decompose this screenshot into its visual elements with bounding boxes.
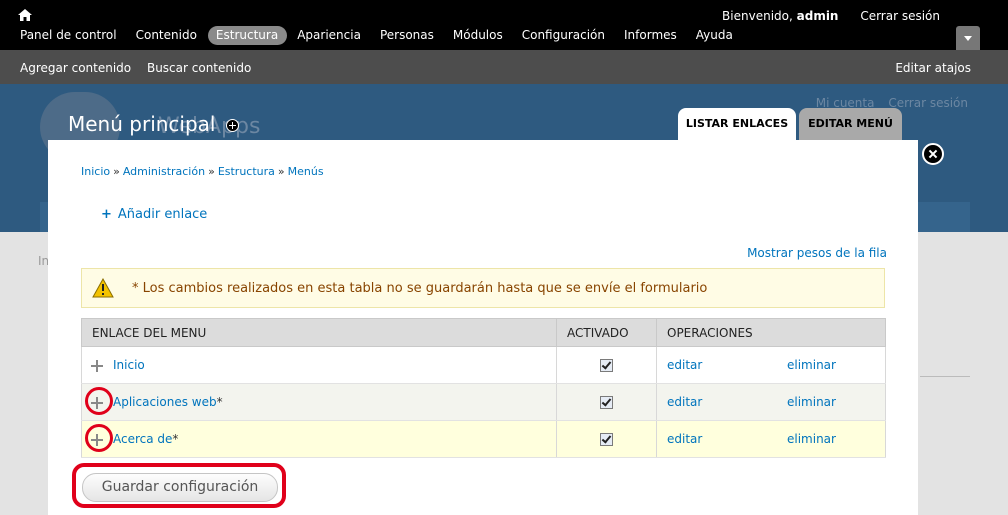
logout-link[interactable]: Cerrar sesión xyxy=(860,9,940,23)
drag-handle-highlight xyxy=(85,424,113,452)
menu-item-help[interactable]: Ayuda xyxy=(688,26,742,45)
warning-message: * Los cambios realizados en esta tabla n… xyxy=(81,268,885,308)
enabled-checkbox[interactable] xyxy=(600,433,613,446)
menu-link-title[interactable]: Inicio xyxy=(113,358,145,372)
menu-item-people[interactable]: Personas xyxy=(372,26,443,45)
save-button-highlight-ring xyxy=(72,463,286,508)
operations-cell: editar eliminar xyxy=(656,420,886,458)
tab-list-links[interactable]: LISTAR ENLACES xyxy=(678,108,796,140)
admin-menu: Panel de control Contenido Estructura Ap… xyxy=(12,26,744,45)
operations-cell: editar eliminar xyxy=(656,346,886,384)
enabled-checkbox[interactable] xyxy=(600,396,613,409)
changed-marker: * xyxy=(216,395,223,409)
breadcrumb: Inicio» Administración» Estructura» Menús xyxy=(81,165,324,178)
menu-links-table: ENLACE DEL MENU ACTIVADO OPERACIONES Ini… xyxy=(81,318,886,458)
menu-item-configuration[interactable]: Configuración xyxy=(514,26,614,45)
drag-handle-icon[interactable] xyxy=(91,359,103,372)
drag-handle-icon[interactable] xyxy=(91,396,103,409)
breadcrumb-separator: » xyxy=(208,165,215,178)
drag-handle-icon[interactable] xyxy=(91,433,103,446)
breadcrumb-home[interactable]: Inicio xyxy=(81,165,110,178)
menu-item-reports[interactable]: Informes xyxy=(616,26,686,45)
header-enabled: ACTIVADO xyxy=(556,318,657,347)
shortcuts-toggle-button[interactable] xyxy=(956,26,980,50)
username[interactable]: admin xyxy=(797,9,839,23)
edit-link[interactable]: editar xyxy=(667,432,787,446)
header-operations: OPERACIONES xyxy=(656,318,886,347)
menu-link-cell: Inicio xyxy=(81,346,557,384)
enabled-checkbox[interactable] xyxy=(600,359,613,372)
menu-item-appearance[interactable]: Apariencia xyxy=(289,26,370,45)
menu-item-modules[interactable]: Módulos xyxy=(445,26,512,45)
breadcrumb-separator: » xyxy=(113,165,120,178)
tab-edit-menu[interactable]: EDITAR MENÚ xyxy=(799,108,902,140)
welcome-text: Bienvenido, xyxy=(722,9,797,23)
changed-marker: * xyxy=(172,432,179,446)
breadcrumb-administration[interactable]: Administración xyxy=(123,165,205,178)
drag-handle-highlight xyxy=(85,387,113,415)
table-row: Inicio editar eliminar xyxy=(81,346,886,384)
shortcuts-bar: Agregar contenido Buscar contenido Edita… xyxy=(0,50,1008,84)
add-link-label: Añadir enlace xyxy=(117,207,208,222)
divider xyxy=(920,376,970,377)
edit-link[interactable]: editar xyxy=(667,358,787,372)
table-row: Acerca de* editar eliminar xyxy=(81,420,886,458)
shortcut-find-content[interactable]: Buscar contenido xyxy=(147,61,251,75)
enabled-cell xyxy=(556,420,657,458)
menu-link-cell: Aplicaciones web* xyxy=(81,383,557,421)
plus-icon: + xyxy=(101,207,112,222)
menu-item-dashboard[interactable]: Panel de control xyxy=(12,26,126,45)
breadcrumb-menus[interactable]: Menús xyxy=(288,165,324,178)
delete-link[interactable]: eliminar xyxy=(787,432,836,446)
admin-toolbar: Bienvenido, admin Cerrar sesión Panel de… xyxy=(0,0,1008,50)
breadcrumb-separator: » xyxy=(277,165,285,178)
breadcrumb-structure[interactable]: Estructura xyxy=(218,165,275,178)
menu-item-structure[interactable]: Estructura xyxy=(207,26,288,45)
user-area: Bienvenido, admin Cerrar sesión xyxy=(722,9,940,23)
header-menu-link: ENLACE DEL MENU xyxy=(81,318,557,347)
table-row: Aplicaciones web* editar eliminar xyxy=(81,383,886,421)
enabled-cell xyxy=(556,383,657,421)
menu-link-cell: Acerca de* xyxy=(81,420,557,458)
home-icon[interactable] xyxy=(18,9,32,21)
overlay-title: Menú principal xyxy=(68,112,216,136)
enabled-cell xyxy=(556,346,657,384)
add-link-action[interactable]: + Añadir enlace xyxy=(101,207,207,222)
warning-icon xyxy=(92,278,114,298)
delete-link[interactable]: eliminar xyxy=(787,395,836,409)
menu-item-content[interactable]: Contenido xyxy=(128,26,206,45)
delete-link[interactable]: eliminar xyxy=(787,358,836,372)
overlay-panel: Inicio» Administración» Estructura» Menús +… xyxy=(48,140,918,515)
warning-text: * Los cambios realizados en esta tabla n… xyxy=(132,281,708,296)
menu-link-title[interactable]: Aplicaciones web xyxy=(113,395,217,409)
edit-shortcuts-link[interactable]: Editar atajos xyxy=(895,61,971,75)
shortcut-add-content[interactable]: Agregar contenido xyxy=(20,61,131,75)
operations-cell: editar eliminar xyxy=(656,383,886,421)
edit-link[interactable]: editar xyxy=(667,395,787,409)
close-overlay-icon[interactable] xyxy=(922,143,944,165)
site-logout-link: Cerrar sesión xyxy=(888,96,968,110)
table-header-row: ENLACE DEL MENU ACTIVADO OPERACIONES xyxy=(81,318,886,347)
add-shortcut-icon[interactable] xyxy=(226,119,239,132)
show-row-weights-link[interactable]: Mostrar pesos de la fila xyxy=(747,246,887,260)
menu-link-title[interactable]: Acerca de xyxy=(113,432,172,446)
